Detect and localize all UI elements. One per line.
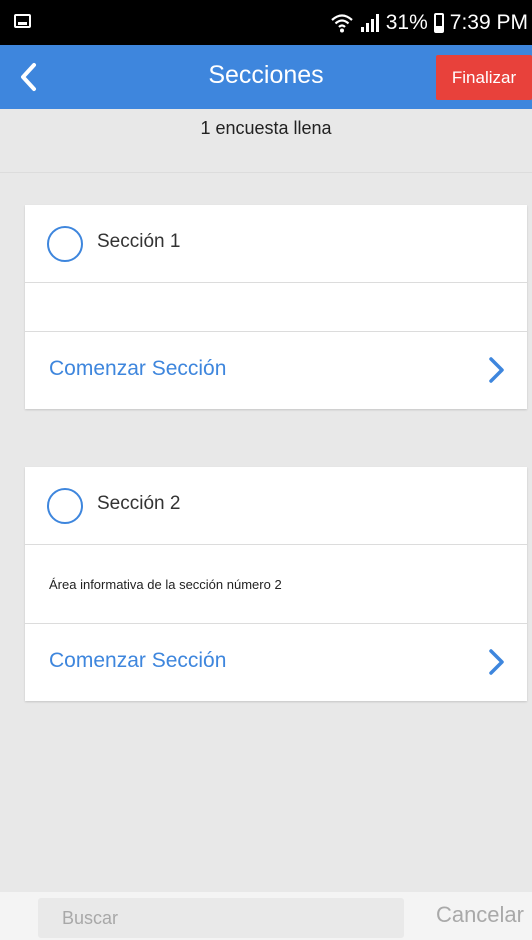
section-card: Sección 1 Comenzar Sección (25, 205, 527, 409)
section-info-area: Área informativa de la sección número 2 (25, 545, 527, 624)
section-info-area (25, 283, 527, 332)
section-header: Sección 1 (25, 205, 527, 283)
start-section-label: Comenzar Sección (49, 649, 227, 672)
battery-level (435, 26, 442, 31)
signal-icon (360, 13, 380, 33)
battery-percent: 31% (385, 11, 428, 34)
cancel-button[interactable]: Cancelar (436, 902, 524, 928)
survey-count: 1 encuesta llena (200, 118, 332, 138)
screen: 31% 7:39 PM Secciones Finalizar 1 encues… (0, 0, 532, 940)
screenshot-icon (14, 14, 31, 28)
divider (0, 172, 532, 173)
section-header: Sección 2 (25, 467, 527, 545)
start-section-button[interactable]: Comenzar Sección (25, 624, 527, 700)
start-section-button[interactable]: Comenzar Sección (25, 332, 527, 408)
status-indicators: 31% 7:39 PM (330, 8, 528, 38)
section-title: Sección 1 (97, 231, 181, 252)
status-bar: 31% 7:39 PM (0, 0, 532, 45)
section-title: Sección 2 (97, 493, 181, 514)
section-status-radio[interactable] (47, 488, 83, 524)
section-info-text: Área informativa de la sección número 2 (49, 577, 282, 592)
chevron-right-icon (489, 357, 504, 383)
search-input[interactable] (38, 898, 404, 938)
section-card: Sección 2 Área informativa de la sección… (25, 467, 527, 701)
battery-icon (433, 13, 444, 33)
start-section-label: Comenzar Sección (49, 357, 227, 380)
chevron-right-icon (489, 649, 504, 675)
finalize-button[interactable]: Finalizar (436, 55, 532, 100)
clock: 7:39 PM (449, 11, 528, 34)
wifi-icon (330, 12, 354, 34)
search-bar: Cancelar (0, 892, 532, 940)
section-status-radio[interactable] (47, 226, 83, 262)
app-header: Secciones Finalizar (0, 45, 532, 109)
